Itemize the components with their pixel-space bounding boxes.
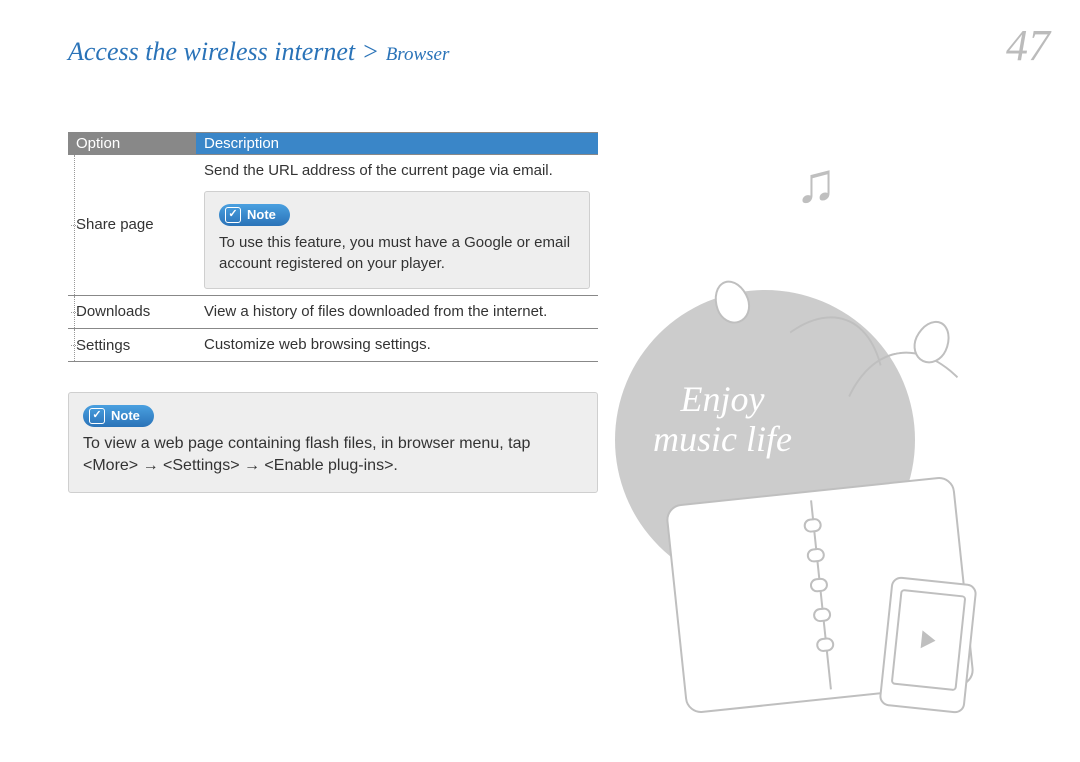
breadcrumb-sub: Browser: [386, 44, 450, 65]
note-box: ✓ Note To use this feature, you must hav…: [204, 191, 590, 289]
music-note-icon: ♫: [795, 150, 837, 215]
page-header: Access the wireless internet > Browser 4…: [68, 20, 1050, 70]
note-badge: ✓ Note: [219, 204, 290, 226]
option-description: View a history of files downloaded from …: [196, 295, 598, 328]
option-label: Downloads: [76, 303, 150, 320]
table-row: Share page Send the URL address of the c…: [68, 155, 598, 296]
note-body: To view a web page containing flash file…: [83, 433, 583, 478]
decorative-illustration: ♫ Enjoy music life: [605, 150, 1065, 740]
check-icon: ✓: [225, 207, 241, 223]
check-icon: ✓: [89, 408, 105, 424]
note-label: Note: [247, 206, 276, 224]
table-header-description: Description: [196, 133, 598, 155]
media-player-icon: [878, 576, 977, 714]
table-row: Downloads View a history of files downlo…: [68, 295, 598, 328]
option-label: Settings: [76, 337, 130, 354]
option-share-page: Share page: [68, 155, 196, 296]
option-settings: Settings: [68, 329, 196, 362]
breadcrumb: Access the wireless internet > Browser: [68, 37, 449, 67]
play-icon: [921, 630, 937, 649]
option-downloads: Downloads: [68, 295, 196, 328]
page-number: 47: [1006, 20, 1050, 71]
table-header-option: Option: [68, 133, 196, 155]
option-label: Share page: [76, 216, 154, 233]
option-description: Send the URL address of the current page…: [196, 155, 598, 296]
note-badge: ✓ Note: [83, 405, 154, 427]
content-column: Option Description Share page Send the U…: [68, 132, 598, 493]
options-table: Option Description Share page Send the U…: [68, 132, 598, 362]
note-body: To use this feature, you must have a Goo…: [219, 232, 575, 274]
note-box: ✓ Note To view a web page containing fla…: [68, 392, 598, 492]
option-description: Customize web browsing settings.: [196, 329, 598, 362]
description-text: Send the URL address of the current page…: [204, 161, 590, 181]
breadcrumb-main: Access the wireless internet >: [68, 37, 386, 66]
table-row: Settings Customize web browsing settings…: [68, 329, 598, 362]
note-label: Note: [111, 407, 140, 425]
